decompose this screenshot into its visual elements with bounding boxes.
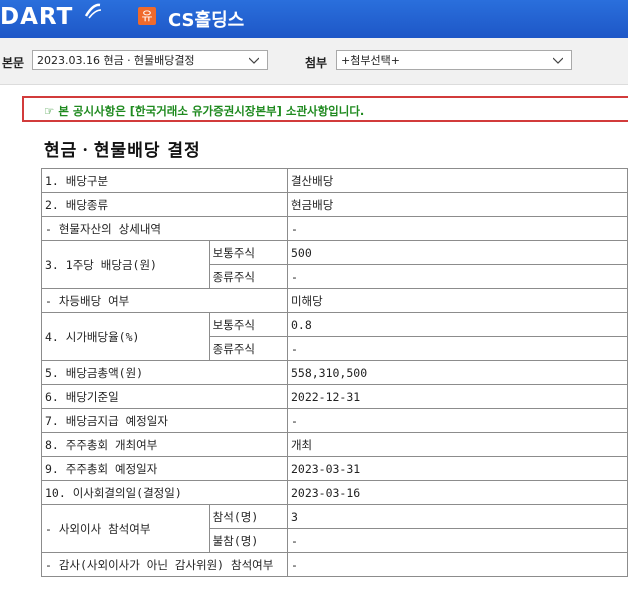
notice-text: ☞ 본 공시사항은 [한국거래소 유가증권시장본부] 소관사항입니다. — [44, 104, 365, 118]
row-value: - — [286, 528, 628, 553]
row-value: 558,310,500 — [286, 360, 628, 385]
row-value: 결산배당 — [286, 168, 628, 193]
row-value: - — [286, 216, 628, 241]
body-select-value: 2023.03.16 현금ㆍ현물배당결정 — [37, 54, 195, 67]
row-value: 0.8 — [286, 312, 628, 337]
company-name: CS홀딩스 — [168, 10, 245, 31]
row-label: 6. 배당기준일 — [41, 384, 288, 409]
row-label: 2. 배당종류 — [41, 192, 288, 217]
row-label: 7. 배당금지급 예정일자 — [41, 408, 288, 433]
row-value: 미해당 — [286, 288, 628, 313]
row-value: 2022-12-31 — [286, 384, 628, 409]
attach-label: 첨부 — [305, 56, 328, 70]
table-row: - 감사(사외이사가 아닌 감사위원) 참석여부 - — [41, 552, 628, 577]
row-sublabel: 종류주식 — [208, 264, 288, 289]
row-label: - 차등배당 여부 — [41, 288, 288, 313]
table-row: 3. 1주당 배당금(원) 보통주식 500 — [41, 240, 628, 289]
row-label: 1. 배당구분 — [41, 168, 288, 193]
row-label: 4. 시가배당율(%) — [41, 312, 210, 361]
chevron-down-icon — [249, 57, 259, 64]
table-row: - 현물자산의 상세내역 - — [41, 216, 628, 241]
table-row: 4. 시가배당율(%) 보통주식 0.8 — [41, 312, 628, 361]
body-label: 본문 — [2, 56, 25, 70]
market-badge: 유 — [138, 7, 156, 25]
row-label: 9. 주주총회 예정일자 — [41, 456, 288, 481]
body-select[interactable]: 2023.03.16 현금ㆍ현물배당결정 — [32, 50, 268, 70]
table-row: 8. 주주총회 개최여부 개최 — [41, 432, 628, 457]
row-label: - 사외이사 참석여부 — [41, 504, 210, 553]
row-value: - — [286, 264, 628, 289]
chevron-down-icon — [553, 57, 563, 64]
row-label: 8. 주주총회 개최여부 — [41, 432, 288, 457]
table-row: 10. 이사회결의일(결정일) 2023-03-16 — [41, 480, 628, 505]
row-label: 3. 1주당 배당금(원) — [41, 240, 210, 289]
row-sublabel: 종류주식 — [208, 336, 288, 361]
dart-logo[interactable]: DART — [0, 4, 73, 30]
row-value: 500 — [286, 240, 628, 265]
attach-select[interactable]: +첨부선택+ — [336, 50, 572, 70]
table-row: 2. 배당종류 현금배당 — [41, 192, 628, 217]
document-toolbar: 본문 2023.03.16 현금ㆍ현물배당결정 첨부 +첨부선택+ — [0, 38, 628, 85]
row-value: - — [286, 408, 628, 433]
row-value: 현금배당 — [286, 192, 628, 217]
table-row: 6. 배당기준일 2022-12-31 — [41, 384, 628, 409]
row-label: - 현물자산의 상세내역 — [41, 216, 288, 241]
table-row: 7. 배당금지급 예정일자 - — [41, 408, 628, 433]
row-label: - 감사(사외이사가 아닌 감사위원) 참석여부 — [41, 552, 288, 577]
row-sublabel: 보통주식 — [208, 240, 288, 265]
table-row: - 차등배당 여부 미해당 — [41, 288, 628, 313]
row-value: - — [286, 552, 628, 577]
row-label: 5. 배당금총액(원) — [41, 360, 288, 385]
table-row: 5. 배당금총액(원) 558,310,500 — [41, 360, 628, 385]
row-value: 2023-03-31 — [286, 456, 628, 481]
disclosure-table: 1. 배당구분 결산배당 2. 배당종류 현금배당 - 현물자산의 상세내역 -… — [41, 168, 628, 577]
row-value: 3 — [286, 504, 628, 529]
row-label: 10. 이사회결의일(결정일) — [41, 480, 288, 505]
logo-swoosh-icon — [84, 3, 102, 19]
top-header: DART 유 CS홀딩스 — [0, 0, 628, 38]
row-sublabel: 참석(명) — [208, 504, 288, 529]
table-row: 1. 배당구분 결산배당 — [41, 168, 628, 193]
row-sublabel: 불참(명) — [208, 528, 288, 553]
table-row: 9. 주주총회 예정일자 2023-03-31 — [41, 456, 628, 481]
row-sublabel: 보통주식 — [208, 312, 288, 337]
row-value: - — [286, 336, 628, 361]
page-title: 현금ㆍ현물배당 결정 — [44, 141, 201, 161]
attach-select-value: +첨부선택+ — [341, 54, 400, 67]
table-row: - 사외이사 참석여부 참석(명) 3 — [41, 504, 628, 553]
row-value: 개최 — [286, 432, 628, 457]
jurisdiction-notice: ☞ 본 공시사항은 [한국거래소 유가증권시장본부] 소관사항입니다. — [22, 96, 628, 122]
row-value: 2023-03-16 — [286, 480, 628, 505]
